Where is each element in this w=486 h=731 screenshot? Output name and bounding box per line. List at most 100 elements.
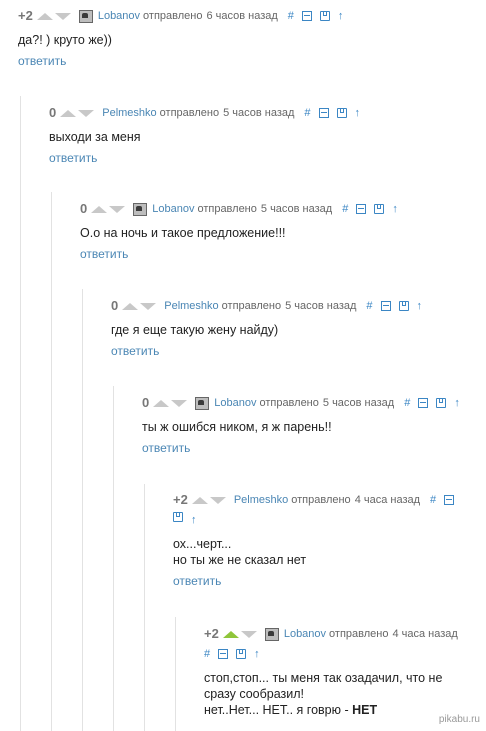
comment: +2 Lobanov отправлено 4 часа назад # ↑ с…: [204, 627, 474, 718]
comment: 0 Lobanov отправлено 5 часов назад # ↑ т…: [142, 396, 482, 457]
rating: 0: [80, 201, 88, 216]
comment: +2 Lobanov отправлено 6 часов назад # ↑ …: [18, 9, 478, 70]
timestamp: 4 часа назад: [392, 628, 458, 640]
save-icon[interactable]: [336, 108, 347, 118]
parent-arrow-icon[interactable]: ↑: [454, 396, 460, 410]
comment-header: 0 Lobanov отправлено 5 часов назад # ↑: [142, 396, 482, 410]
upvote-icon[interactable]: [60, 109, 77, 117]
hash-icon[interactable]: #: [304, 106, 310, 120]
comment-text: стоп,стоп... ты меня так озадачил, что н…: [204, 670, 474, 718]
collapse-icon[interactable]: [380, 301, 391, 311]
reply-link[interactable]: ответить: [173, 574, 221, 588]
rating: +2: [204, 626, 219, 641]
parent-arrow-icon[interactable]: ↑: [392, 202, 398, 216]
thread-line: [144, 484, 145, 731]
comment-text: выходи за меня: [49, 129, 479, 145]
sent-label: отправлено: [143, 10, 203, 22]
collapse-icon[interactable]: [301, 11, 312, 21]
downvote-icon[interactable]: [78, 109, 95, 117]
text-line: ох...черт...: [173, 537, 232, 551]
sent-label: отправлено: [291, 494, 351, 506]
comment-text: где я еще такую жену найду): [111, 322, 481, 338]
comment: 0 Pelmeshko отправлено 5 часов назад # ↑…: [49, 106, 479, 167]
reply-link[interactable]: ответить: [49, 151, 97, 165]
upvote-icon[interactable]: [222, 630, 239, 638]
rating: 0: [142, 395, 150, 410]
sent-label: отправлено: [197, 203, 257, 215]
hash-icon[interactable]: #: [366, 299, 372, 313]
comment-header: 0 Lobanov отправлено 5 часов назад # ↑: [80, 202, 480, 216]
text-line: выходи за меня: [49, 130, 141, 144]
text-line: О.о на ночь и такое предложение!!!: [80, 226, 286, 240]
parent-arrow-icon[interactable]: ↑: [338, 9, 344, 23]
parent-arrow-icon[interactable]: ↑: [254, 647, 260, 661]
upvote-icon[interactable]: [191, 496, 208, 504]
comment: +2 Pelmeshko отправлено 4 часа назад # ↑…: [173, 493, 473, 590]
save-icon[interactable]: [398, 301, 409, 311]
hash-icon[interactable]: #: [204, 647, 210, 661]
downvote-icon[interactable]: [109, 205, 126, 213]
rating: +2: [18, 8, 33, 23]
parent-arrow-icon[interactable]: ↑: [355, 106, 361, 120]
save-icon[interactable]: [319, 11, 330, 21]
reply-link[interactable]: ответить: [80, 247, 128, 261]
downvote-icon[interactable]: [209, 496, 226, 504]
timestamp: 5 часов назад: [285, 300, 357, 312]
rating: 0: [111, 298, 119, 313]
reply-link[interactable]: ответить: [142, 441, 190, 455]
sent-label: отправлено: [259, 397, 319, 409]
collapse-icon[interactable]: [218, 649, 229, 659]
parent-arrow-icon[interactable]: ↑: [191, 513, 197, 527]
comment-header: +2 Lobanov отправлено 6 часов назад # ↑: [18, 9, 478, 23]
comment: 0 Lobanov отправлено 5 часов назад # ↑ О…: [80, 202, 480, 263]
text-line: нет..Нет... НЕТ.. я говрю - НЕТ: [204, 702, 474, 718]
collapse-icon[interactable]: [444, 495, 455, 505]
hash-icon[interactable]: #: [404, 396, 410, 410]
timestamp: 5 часов назад: [260, 203, 333, 215]
username-link[interactable]: Lobanov: [284, 627, 326, 641]
comment: 0 Pelmeshko отправлено 5 часов назад # ↑…: [111, 299, 481, 360]
reply-link[interactable]: ответить: [18, 54, 66, 68]
timestamp: 6 часов назад: [206, 10, 278, 22]
reply-link[interactable]: ответить: [111, 344, 159, 358]
parent-arrow-icon[interactable]: ↑: [417, 299, 423, 313]
sent-label: отправлено: [159, 107, 220, 119]
username-link[interactable]: Pelmeshko: [234, 493, 288, 507]
text-line: ты ж ошибся ником, я ж парень!!: [142, 420, 332, 434]
upvote-icon[interactable]: [122, 302, 139, 310]
text-line: где я еще такую жену найду): [111, 323, 279, 337]
save-icon[interactable]: [236, 649, 247, 659]
save-icon[interactable]: [436, 398, 447, 408]
text-line: стоп,стоп... ты меня так озадачил, что н…: [204, 671, 443, 685]
collapse-icon[interactable]: [318, 108, 329, 118]
hash-icon[interactable]: #: [430, 493, 436, 507]
hash-icon[interactable]: #: [288, 9, 294, 23]
comment-text: О.о на ночь и такое предложение!!!: [80, 225, 480, 241]
save-icon[interactable]: [374, 204, 385, 214]
avatar: [133, 202, 148, 216]
text-plain: нет..Нет... НЕТ.. я говрю -: [204, 703, 353, 717]
username-link[interactable]: Pelmeshko: [102, 106, 156, 120]
comment-header: 0 Pelmeshko отправлено 5 часов назад # ↑: [111, 299, 481, 313]
username-link[interactable]: Lobanov: [214, 396, 256, 410]
upvote-icon[interactable]: [36, 12, 53, 20]
avatar: [78, 9, 93, 23]
text-line: да?! ) круто же)): [18, 33, 112, 47]
collapse-icon[interactable]: [418, 398, 429, 408]
collapse-icon[interactable]: [356, 204, 367, 214]
downvote-icon[interactable]: [54, 12, 71, 20]
downvote-icon[interactable]: [171, 399, 188, 407]
downvote-icon[interactable]: [240, 630, 257, 638]
username-link[interactable]: Lobanov: [152, 202, 194, 216]
username-link[interactable]: Lobanov: [98, 9, 140, 23]
save-icon[interactable]: [173, 512, 183, 522]
sent-label: отправлено: [329, 628, 389, 640]
upvote-icon[interactable]: [91, 205, 108, 213]
hash-icon[interactable]: #: [342, 202, 348, 216]
username-link[interactable]: Pelmeshko: [164, 299, 218, 313]
downvote-icon[interactable]: [140, 302, 157, 310]
timestamp: 5 часов назад: [223, 107, 295, 119]
upvote-icon[interactable]: [153, 399, 170, 407]
comment-header: +2 Lobanov отправлено 4 часа назад # ↑: [204, 627, 474, 661]
avatar: [195, 396, 210, 410]
